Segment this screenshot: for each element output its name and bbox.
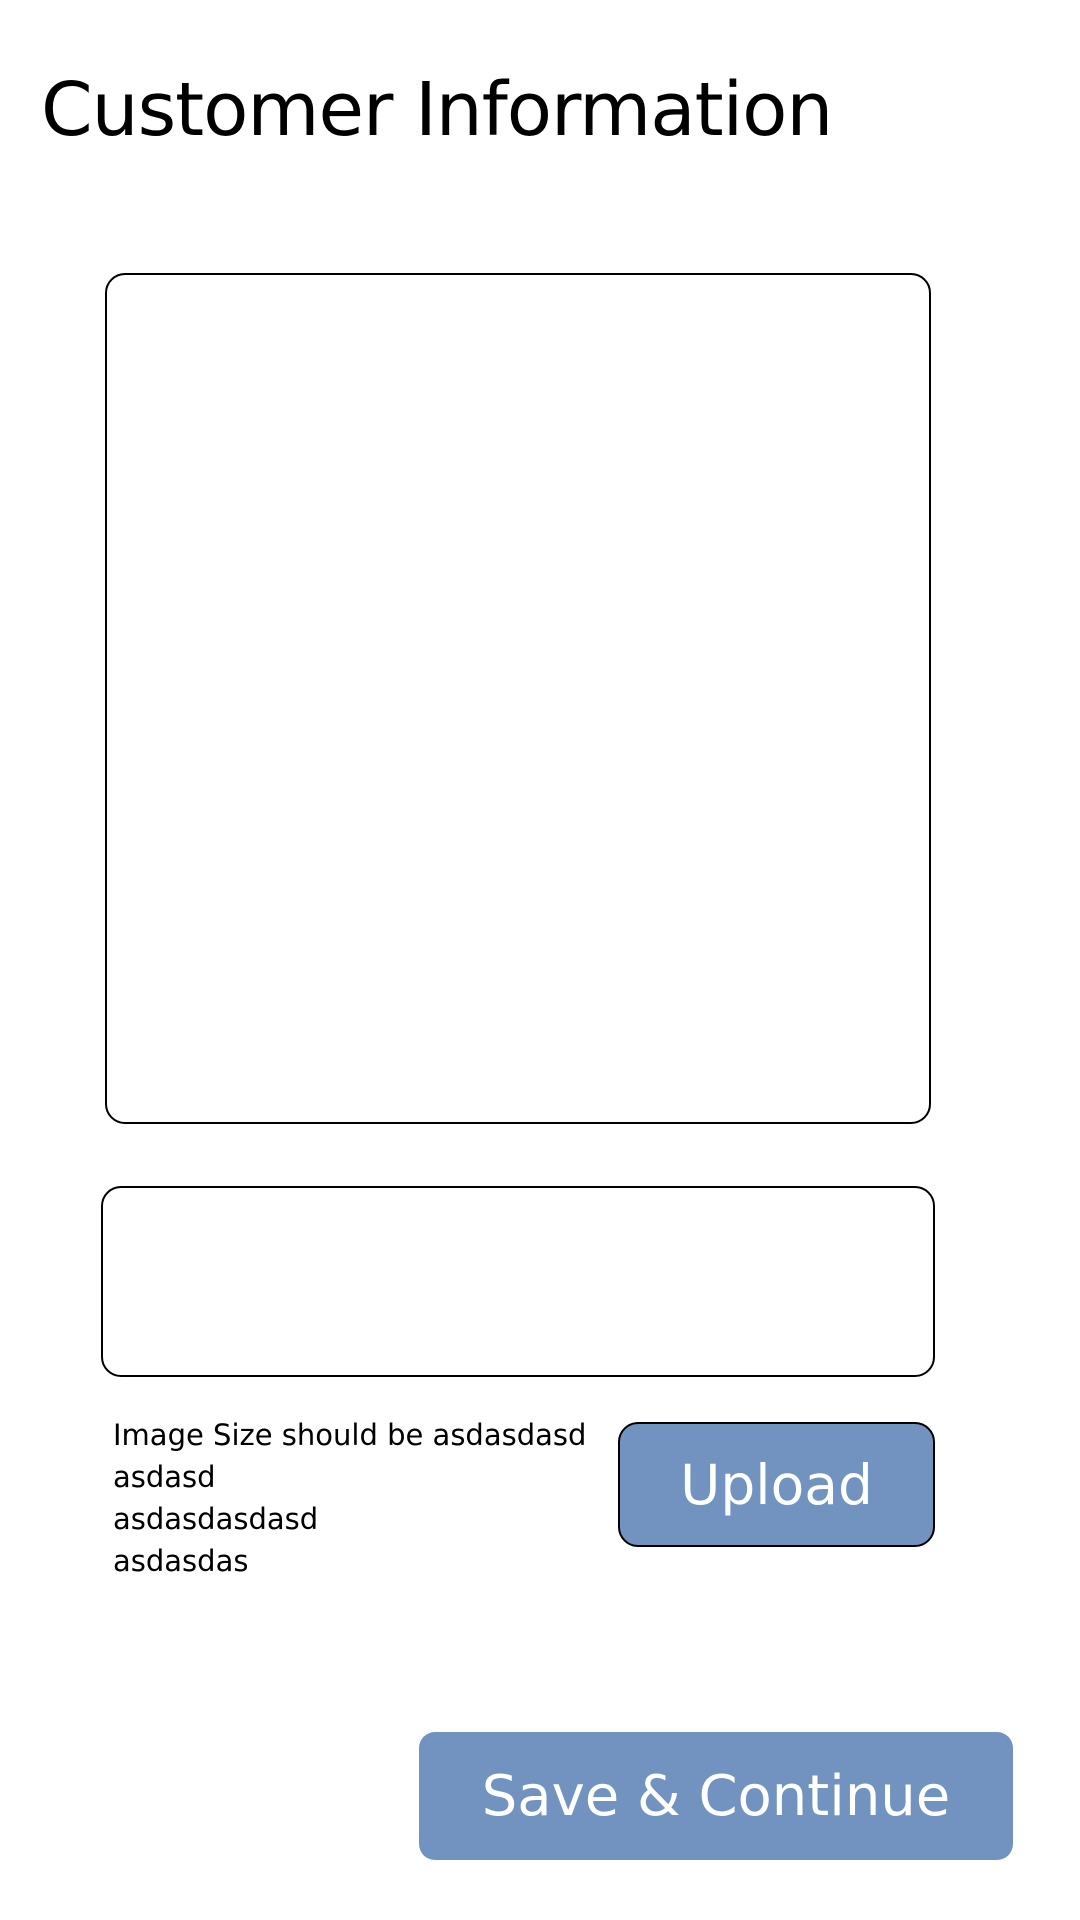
image-preview-box — [105, 273, 931, 1124]
image-size-hint: Image Size should be asdasdasd asdasd as… — [113, 1414, 593, 1582]
hint-line: asdasdasdasd — [113, 1502, 319, 1536]
hint-line: Image Size should be asdasdasd — [113, 1418, 587, 1452]
save-and-continue-button[interactable]: Save & Continue — [419, 1732, 1013, 1860]
page-title: Customer Information — [41, 67, 833, 153]
hint-line: asdasd — [113, 1460, 216, 1494]
file-path-field[interactable] — [101, 1186, 935, 1377]
upload-button[interactable]: Upload — [618, 1422, 935, 1547]
hint-line: asdasdas — [113, 1544, 249, 1578]
